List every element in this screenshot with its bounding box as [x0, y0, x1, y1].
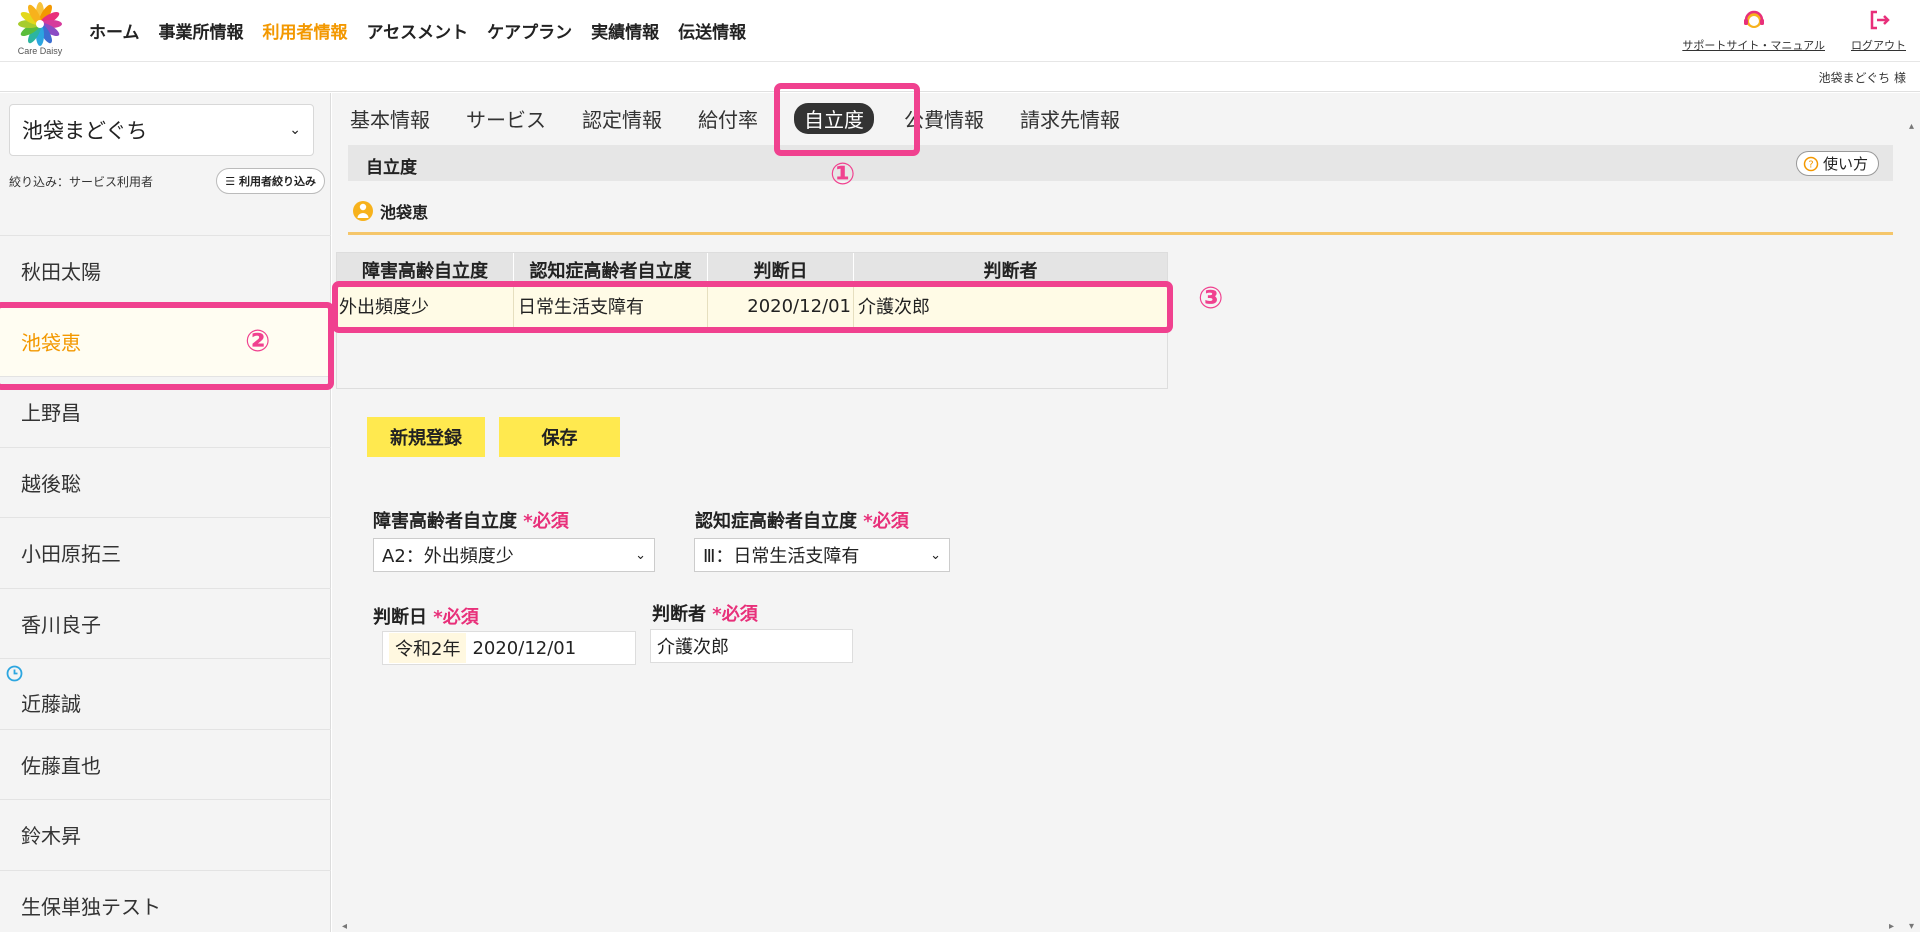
top-header: Care Daisy ホーム 事業所情報 利用者情報 アセスメント ケアプラン …	[0, 0, 1920, 62]
judgment-date-label: 判断日 *必須	[373, 603, 479, 629]
dementia-label: 認知症高齢者自立度 *必須	[695, 507, 909, 533]
person-header: 池袋恵	[352, 199, 428, 223]
dementia-label-text: 認知症高齢者自立度	[695, 511, 857, 532]
header-links: サポートサイト・マニュアル ログアウト	[1682, 8, 1906, 53]
disability-label-text: 障害高齢者自立度	[373, 511, 517, 532]
save-button[interactable]: 保存	[499, 417, 620, 457]
client-item[interactable]: 越後聡	[0, 446, 331, 518]
disability-select-value: A2：外出頻度少	[382, 546, 514, 567]
filter-label: 絞り込み：サービス利用者	[9, 174, 154, 189]
annotation-number-2: ②	[245, 324, 271, 359]
nav-home[interactable]: ホーム	[89, 18, 140, 43]
filter-row: 絞り込み：サービス利用者 ☰ 利用者絞り込み	[9, 165, 325, 197]
clock-icon	[6, 665, 23, 682]
support-site-label: サポートサイト・マニュアル	[1682, 39, 1825, 52]
chevron-down-icon: ⌄	[635, 547, 646, 563]
question-icon: ?	[1803, 156, 1819, 171]
dementia-select[interactable]: Ⅲ：日常生活支障有 ⌄	[694, 538, 950, 572]
tab-basic-info[interactable]: 基本情報	[350, 104, 430, 133]
tab-benefit-rate[interactable]: 給付率	[698, 104, 758, 133]
tab-certification[interactable]: 認定情報	[582, 104, 662, 133]
nav-transmission[interactable]: 伝送情報	[678, 18, 746, 43]
judgment-date-input[interactable]: 令和2年 2020/12/01	[382, 631, 636, 665]
howto-label: 使い方	[1822, 155, 1868, 173]
app-logo[interactable]: Care Daisy	[12, 2, 68, 58]
tab-service[interactable]: サービス	[466, 104, 546, 133]
judgment-date-label-text: 判断日	[373, 607, 427, 628]
section-header: 自立度 ? 使い方	[348, 145, 1893, 181]
logout-icon	[1870, 10, 1890, 30]
client-sidebar: 池袋まどぐち ⌄ 絞り込み：サービス利用者 ☰ 利用者絞り込み 秋田太陽 池袋恵…	[0, 93, 331, 932]
highlight-box-1	[774, 83, 920, 156]
person-name: 池袋恵	[380, 203, 429, 222]
logo-text: Care Daisy	[17, 46, 63, 56]
required-mark: *必須	[712, 604, 758, 625]
client-name: 近藤誠	[21, 692, 81, 717]
client-filter-button-label: 利用者絞り込み	[239, 175, 316, 188]
scroll-right-icon[interactable]: ▸	[1889, 921, 1894, 932]
annotation-number-3: ③	[1198, 281, 1224, 316]
disability-label: 障害高齢者自立度 *必須	[373, 507, 569, 533]
annotation-number-1: ①	[830, 157, 856, 192]
dementia-select-value: Ⅲ：日常生活支障有	[703, 546, 860, 567]
client-item[interactable]: 生保単独テスト	[0, 869, 331, 932]
howto-button[interactable]: ? 使い方	[1795, 151, 1879, 176]
highlight-box-2	[0, 302, 334, 390]
nav-office-info[interactable]: 事業所情報	[159, 18, 244, 43]
office-select[interactable]: 池袋まどぐち ⌄	[9, 104, 314, 156]
required-mark: *必須	[433, 607, 479, 628]
support-site-link[interactable]: サポートサイト・マニュアル	[1682, 8, 1825, 53]
office-select-value: 池袋まどぐち	[22, 119, 148, 143]
judge-input[interactable]: 介護次郎	[650, 629, 853, 663]
nav-care-plan[interactable]: ケアプラン	[487, 18, 572, 43]
person-icon	[353, 201, 373, 221]
logged-in-user: 池袋まどぐち 様	[1818, 71, 1906, 85]
nav-client-info[interactable]: 利用者情報	[263, 18, 348, 43]
judge-label: 判断者 *必須	[652, 600, 758, 626]
chevron-down-icon: ⌄	[930, 547, 941, 563]
required-mark: *必須	[523, 511, 569, 532]
client-filter-button[interactable]: ☰ 利用者絞り込み	[216, 168, 325, 194]
tab-billing[interactable]: 請求先情報	[1020, 104, 1120, 133]
judge-label-text: 判断者	[652, 604, 706, 625]
user-info-bar: 池袋まどぐち 様	[0, 62, 1920, 92]
section-title: 自立度	[366, 158, 417, 178]
japanese-era-label: 令和2年	[389, 633, 467, 663]
disability-select[interactable]: A2：外出頻度少 ⌄	[373, 538, 655, 572]
scroll-down-icon[interactable]: ▾	[1909, 921, 1914, 932]
judge-input-value: 介護次郎	[657, 637, 729, 658]
daisy-logo-icon	[18, 2, 62, 46]
client-item[interactable]: 近藤誠	[0, 658, 331, 729]
client-info-tabs: 基本情報 サービス 認定情報 給付率 自立度 公費情報 請求先情報	[350, 103, 1156, 134]
judgment-date-value: 2020/12/01	[472, 637, 577, 659]
headset-support-icon	[1743, 10, 1764, 28]
client-item[interactable]: 香川良子	[0, 587, 331, 659]
main-content: 基本情報 サービス 認定情報 給付率 自立度 公費情報 請求先情報 自立度 ? …	[332, 83, 1920, 932]
nav-results[interactable]: 実績情報	[591, 18, 659, 43]
client-item[interactable]: 秋田太陽	[0, 235, 331, 306]
client-item[interactable]: 鈴木昇	[0, 799, 331, 870]
scroll-up-icon[interactable]: ▴	[1909, 121, 1914, 132]
divider	[348, 232, 1893, 235]
highlight-box-3	[332, 281, 1173, 333]
client-item[interactable]: 小田原拓三	[0, 517, 331, 588]
client-item[interactable]: 佐藤直也	[0, 728, 331, 800]
logout-link[interactable]: ログアウト	[1851, 8, 1906, 53]
svg-text:?: ?	[1808, 159, 1813, 170]
chevron-down-icon: ⌄	[289, 122, 301, 138]
nav-assessment[interactable]: アセスメント	[367, 18, 469, 43]
filter-sliders-icon: ☰	[225, 175, 239, 188]
scroll-left-icon[interactable]: ◂	[342, 921, 347, 932]
new-entry-button[interactable]: 新規登録	[367, 417, 485, 457]
main-nav: ホーム 事業所情報 利用者情報 アセスメント ケアプラン 実績情報 伝送情報	[89, 18, 765, 43]
required-mark: *必須	[863, 511, 909, 532]
logout-label: ログアウト	[1851, 39, 1906, 52]
